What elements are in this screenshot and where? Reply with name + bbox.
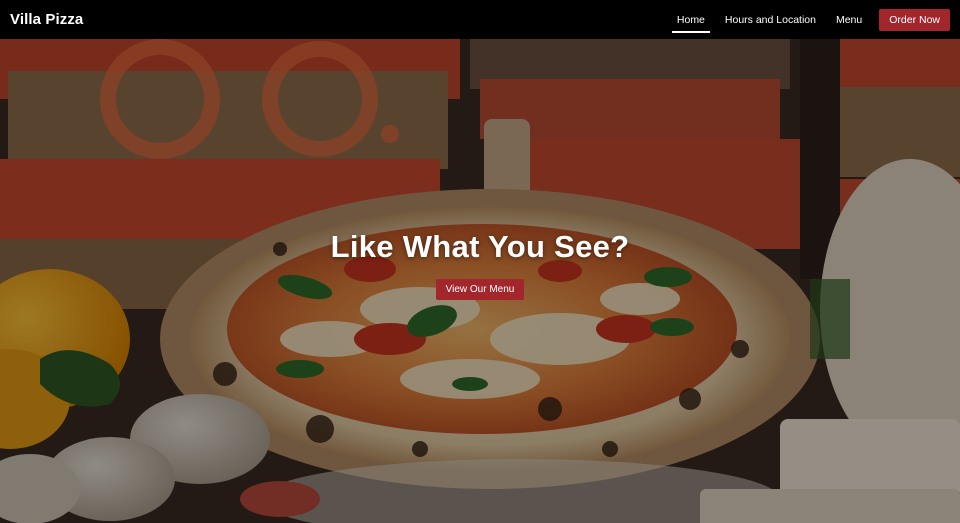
brand-logo[interactable]: Villa Pizza xyxy=(10,11,83,28)
hero-title: Like What You See? xyxy=(330,229,630,264)
nav-link-hours-location[interactable]: Hours and Location xyxy=(720,10,821,30)
view-menu-button[interactable]: View Our Menu xyxy=(435,279,525,300)
hero-section: Like What You See? View Our Menu xyxy=(0,39,960,523)
navbar: Villa Pizza Home Hours and Location Menu… xyxy=(0,0,960,39)
hero-content: Like What You See? View Our Menu xyxy=(0,229,960,300)
page: Villa Pizza Home Hours and Location Menu… xyxy=(0,0,960,523)
nav-link-menu[interactable]: Menu xyxy=(831,10,867,30)
main-nav: Home Hours and Location Menu Order Now xyxy=(662,0,950,39)
nav-link-home[interactable]: Home xyxy=(671,10,710,33)
order-now-button[interactable]: Order Now xyxy=(879,8,950,31)
